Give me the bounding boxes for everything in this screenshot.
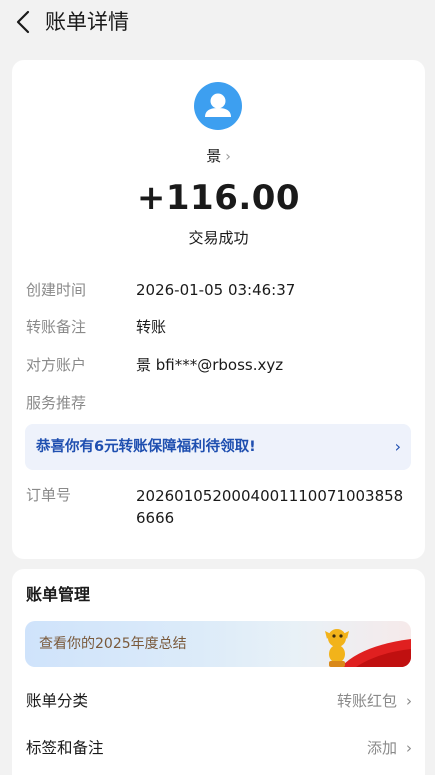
page-title: 账单详情 bbox=[45, 10, 129, 34]
tags-notes-value: 添加 bbox=[366, 739, 397, 757]
transaction-card: 景 › +116.00 交易成功 创建时间 2026-01-05 03:46:37… bbox=[12, 60, 425, 559]
user-avatar-icon[interactable] bbox=[194, 82, 242, 130]
promo-banner[interactable]: 恭喜你有6元转账保障福利待领取! › bbox=[25, 424, 411, 470]
annual-summary-banner[interactable]: 查看你的2025年度总结 bbox=[25, 621, 411, 667]
promo-text: 恭喜你有6元转账保障福利待领取! bbox=[36, 439, 256, 455]
counterparty-account-label: 对方账户 bbox=[26, 356, 87, 374]
order-number-label: 订单号 bbox=[26, 486, 72, 504]
chevron-right-icon: › bbox=[406, 692, 412, 710]
bill-category-value: 转账红包 bbox=[336, 692, 397, 710]
bill-category-label: 账单分类 bbox=[26, 692, 89, 710]
back-arrow-icon bbox=[16, 10, 30, 34]
chevron-right-icon: › bbox=[394, 437, 401, 456]
tags-notes-label: 标签和备注 bbox=[26, 739, 104, 757]
back-button[interactable] bbox=[10, 8, 36, 36]
counterparty-name-link[interactable]: 景 › bbox=[12, 146, 425, 167]
service-recommend-label: 服务推荐 bbox=[26, 394, 87, 412]
memo-label: 转账备注 bbox=[26, 318, 87, 336]
counterparty-name: 景 bbox=[206, 147, 222, 165]
transaction-amount: +116.00 bbox=[136, 178, 301, 218]
bill-management-card: 账单管理 查看你的2025年度总结 账单分类 转账红包 › 标签和备注 添加 › bbox=[12, 569, 425, 775]
top-bar: 账单详情 bbox=[0, 0, 435, 46]
annual-summary-text: 查看你的2025年度总结 bbox=[39, 636, 187, 652]
section-title: 账单管理 bbox=[26, 585, 91, 604]
memo-value: 转账 bbox=[136, 318, 167, 336]
mascot-icon bbox=[325, 629, 411, 667]
tags-notes-row[interactable]: 标签和备注 添加 › bbox=[12, 728, 425, 768]
created-time-label: 创建时间 bbox=[26, 281, 87, 299]
chevron-right-icon: › bbox=[225, 149, 231, 165]
transaction-status: 交易成功 bbox=[188, 229, 249, 247]
chevron-right-icon: › bbox=[406, 739, 412, 757]
counterparty-account-value: 景 bfi***@rboss.xyz bbox=[136, 356, 284, 374]
created-time-value: 2026-01-05 03:46:37 bbox=[136, 281, 296, 299]
bill-category-row[interactable]: 账单分类 转账红包 › bbox=[12, 681, 425, 721]
order-number-value: 20260105200040011100710038586666 bbox=[136, 487, 404, 527]
